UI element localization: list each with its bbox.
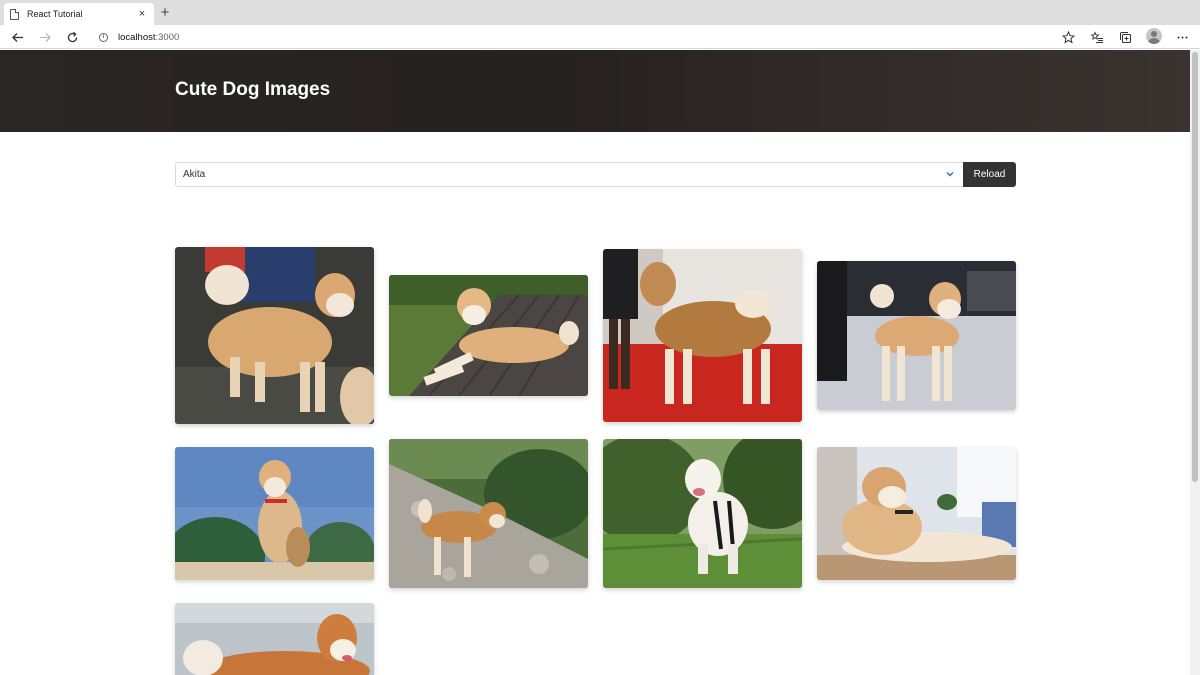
more-menu-icon[interactable]: [1174, 29, 1190, 45]
back-arrow-icon[interactable]: [9, 29, 25, 45]
hero-banner: Cute Dog Images: [0, 50, 1190, 132]
dog-image: [817, 447, 1016, 580]
profile-avatar[interactable]: [1146, 28, 1162, 44]
dog-image: [817, 261, 1016, 410]
browser-tab[interactable]: React Tutorial ×: [4, 3, 154, 25]
dog-image-card: [603, 439, 802, 588]
dog-image-card: [175, 603, 374, 675]
dog-image: [389, 275, 588, 396]
info-icon[interactable]: i: [99, 32, 108, 42]
dog-image: [389, 439, 588, 588]
scrollbar-thumb[interactable]: [1192, 52, 1198, 482]
favorites-list-icon[interactable]: [1089, 29, 1105, 45]
refresh-icon[interactable]: [64, 29, 80, 45]
favorite-star-icon[interactable]: [1060, 29, 1076, 45]
dog-image: [175, 447, 374, 580]
forward-arrow-icon[interactable]: [37, 29, 53, 45]
dog-image-card: [175, 247, 374, 424]
dog-image: [603, 249, 802, 422]
url-host: localhost: [118, 31, 156, 43]
address-bar[interactable]: i localhost:3000: [89, 27, 1079, 47]
url-port: :3000: [155, 31, 180, 43]
page-scrollbar[interactable]: [1190, 50, 1200, 675]
dog-image: [603, 439, 802, 588]
dog-image-card: [817, 447, 1016, 580]
dog-image: [175, 603, 374, 675]
tab-close-icon[interactable]: ×: [136, 8, 148, 20]
dog-image: [175, 247, 374, 424]
dog-image-card: [603, 249, 802, 422]
dog-image-card: [389, 275, 588, 396]
document-icon: [10, 8, 19, 20]
reload-button[interactable]: Reload: [963, 162, 1016, 187]
collections-icon[interactable]: [1117, 29, 1133, 45]
dog-image-card: [175, 447, 374, 580]
new-tab-button[interactable]: +: [158, 4, 172, 22]
tab-title: React Tutorial: [27, 9, 83, 19]
browser-tab-bar: React Tutorial × +: [0, 0, 1200, 25]
dog-image-card: [389, 439, 588, 588]
page-viewport: Cute Dog Images Akita Reload: [0, 50, 1190, 675]
page-title: Cute Dog Images: [175, 79, 331, 100]
chevron-down-icon: [946, 172, 954, 177]
breed-select-value: Akita: [183, 169, 206, 180]
dog-image-card: [817, 261, 1016, 410]
breed-select[interactable]: Akita: [175, 162, 963, 187]
browser-toolbar: i localhost:3000: [0, 25, 1200, 49]
breed-form: Akita Reload: [175, 162, 1016, 187]
